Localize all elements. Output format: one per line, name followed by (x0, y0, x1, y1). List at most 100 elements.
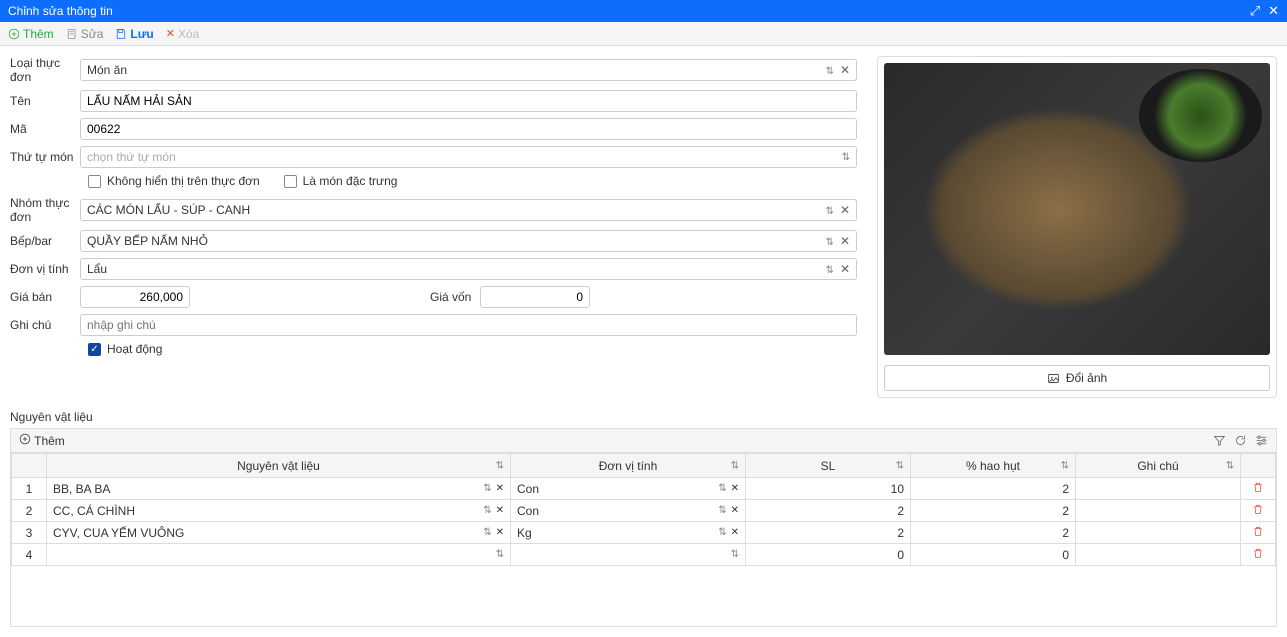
hide-label: Không hiển thị trên thực đơn (107, 174, 260, 188)
cost-label: Giá vốn (430, 290, 480, 304)
cell-qty[interactable]: 10 (746, 478, 911, 500)
chevron-updown-icon: ⇅ (718, 527, 726, 538)
group-value: CÁC MÓN LẨU - SÚP - CANH (87, 203, 250, 217)
row-index: 1 (12, 478, 47, 500)
kitchen-value: QUẦY BẾP NẤM NHỎ (87, 234, 208, 248)
row-index: 4 (12, 544, 47, 566)
cell-unit[interactable]: Kg⇅✕ (511, 522, 746, 544)
cell-unit[interactable]: Con⇅✕ (511, 478, 746, 500)
col-note[interactable]: Ghi chú⇅ (1076, 454, 1241, 478)
trash-icon (1252, 481, 1264, 493)
cell-name[interactable]: ⇅ (47, 544, 511, 566)
cell-unit[interactable]: Con⇅✕ (511, 500, 746, 522)
save-button[interactable]: Lưu (115, 27, 153, 41)
ingredients-section-label: Nguyên vật liệu (10, 410, 1287, 424)
row-index: 2 (12, 500, 47, 522)
table-row: 3CYV, CUA YẾM VUÔNG⇅✕Kg⇅✕22 (12, 522, 1276, 544)
window-controls: ⤢ ✕ (1250, 3, 1279, 19)
clear-icon[interactable]: ✕ (731, 527, 739, 538)
clear-icon[interactable]: ✕ (496, 483, 504, 494)
table-row: 1BB, BA BA⇅✕Con⇅✕102 (12, 478, 1276, 500)
clear-icon[interactable]: ✕ (840, 63, 850, 77)
settings-icon[interactable] (1255, 434, 1268, 447)
col-name[interactable]: Nguyên vật liệu⇅ (47, 454, 511, 478)
checkbox-icon (284, 175, 297, 188)
chevron-updown-icon: ⇅ (842, 152, 850, 163)
cost-input[interactable] (480, 286, 590, 308)
add-button[interactable]: Thêm (8, 27, 54, 41)
plus-circle-icon (19, 433, 31, 445)
order-select[interactable]: chọn thứ tự món ⇅ (80, 146, 857, 168)
maximize-icon[interactable]: ⤢ (1250, 3, 1260, 19)
menu-type-select[interactable]: Món ăn ⇅✕ (80, 59, 857, 81)
code-label: Mã (10, 122, 80, 136)
price-input[interactable] (80, 286, 190, 308)
kitchen-select[interactable]: QUẦY BẾP NẤM NHỎ ⇅✕ (80, 230, 857, 252)
edit-button[interactable]: Sửa (66, 27, 104, 41)
filter-icon[interactable] (1213, 434, 1226, 447)
change-image-label: Đổi ảnh (1066, 371, 1107, 385)
chevron-updown-icon: ⇅ (718, 505, 726, 516)
add-label: Thêm (23, 27, 54, 41)
edit-icon (66, 28, 78, 40)
unit-value: Lẩu (87, 262, 107, 276)
col-unit[interactable]: Đơn vị tính⇅ (511, 454, 746, 478)
cell-qty[interactable]: 0 (746, 544, 911, 566)
cell-name[interactable]: CYV, CUA YẾM VUÔNG⇅✕ (47, 522, 511, 544)
active-checkbox[interactable]: ✓ Hoạt động (88, 342, 162, 356)
chevron-updown-icon: ⇅ (483, 505, 491, 516)
clear-icon[interactable]: ✕ (840, 203, 850, 217)
clear-icon[interactable]: ✕ (731, 505, 739, 516)
clear-icon[interactable]: ✕ (496, 527, 504, 538)
sort-icon: ⇅ (1061, 460, 1069, 471)
image-icon (1047, 372, 1060, 385)
unit-select[interactable]: Lẩu ⇅✕ (80, 258, 857, 280)
menu-type-label: Loại thực đơn (10, 56, 80, 84)
cell-loss[interactable]: 2 (911, 500, 1076, 522)
delete-row-button[interactable] (1241, 544, 1276, 566)
name-input[interactable] (80, 90, 857, 112)
close-icon[interactable]: ✕ (1268, 3, 1279, 19)
clear-icon[interactable]: ✕ (731, 483, 739, 494)
cell-unit[interactable]: ⇅ (511, 544, 746, 566)
toolbar: Thêm Sửa Lưu ✕ Xóa (0, 22, 1287, 46)
price-label: Giá bán (10, 290, 80, 304)
clear-icon[interactable]: ✕ (496, 505, 504, 516)
cell-loss[interactable]: 2 (911, 522, 1076, 544)
grid-add-button[interactable]: Thêm (19, 433, 65, 448)
change-image-button[interactable]: Đổi ảnh (884, 365, 1270, 391)
clear-icon[interactable]: ✕ (840, 262, 850, 276)
delete-button[interactable]: ✕ Xóa (166, 27, 200, 41)
note-input[interactable] (80, 314, 857, 336)
group-select[interactable]: CÁC MÓN LẨU - SÚP - CANH ⇅✕ (80, 199, 857, 221)
col-loss[interactable]: % hao hụt⇅ (911, 454, 1076, 478)
refresh-icon[interactable] (1234, 434, 1247, 447)
trash-icon (1252, 503, 1264, 515)
delete-row-button[interactable] (1241, 500, 1276, 522)
col-qty[interactable]: SL⇅ (746, 454, 911, 478)
cell-note[interactable] (1076, 478, 1241, 500)
unit-label: Đơn vị tính (10, 262, 80, 276)
special-checkbox[interactable]: Là món đặc trưng (284, 174, 398, 188)
delete-row-button[interactable] (1241, 478, 1276, 500)
cell-loss[interactable]: 2 (911, 478, 1076, 500)
clear-icon[interactable]: ✕ (840, 234, 850, 248)
cell-name[interactable]: BB, BA BA⇅✕ (47, 478, 511, 500)
grid-toolbar: Thêm (10, 428, 1277, 452)
window-title: Chỉnh sửa thông tin (8, 4, 113, 18)
code-input[interactable] (80, 118, 857, 140)
hide-checkbox[interactable]: Không hiển thị trên thực đơn (88, 174, 260, 188)
delete-row-button[interactable] (1241, 522, 1276, 544)
cell-qty[interactable]: 2 (746, 500, 911, 522)
edit-label: Sửa (81, 27, 104, 41)
name-label: Tên (10, 94, 80, 108)
cell-loss[interactable]: 0 (911, 544, 1076, 566)
cell-note[interactable] (1076, 544, 1241, 566)
cell-note[interactable] (1076, 522, 1241, 544)
cell-qty[interactable]: 2 (746, 522, 911, 544)
sort-icon: ⇅ (731, 460, 739, 471)
order-label: Thứ tự món (10, 150, 80, 164)
cell-name[interactable]: CC, CÁ CHÌNH⇅✕ (47, 500, 511, 522)
cell-note[interactable] (1076, 500, 1241, 522)
x-icon: ✕ (166, 27, 175, 40)
